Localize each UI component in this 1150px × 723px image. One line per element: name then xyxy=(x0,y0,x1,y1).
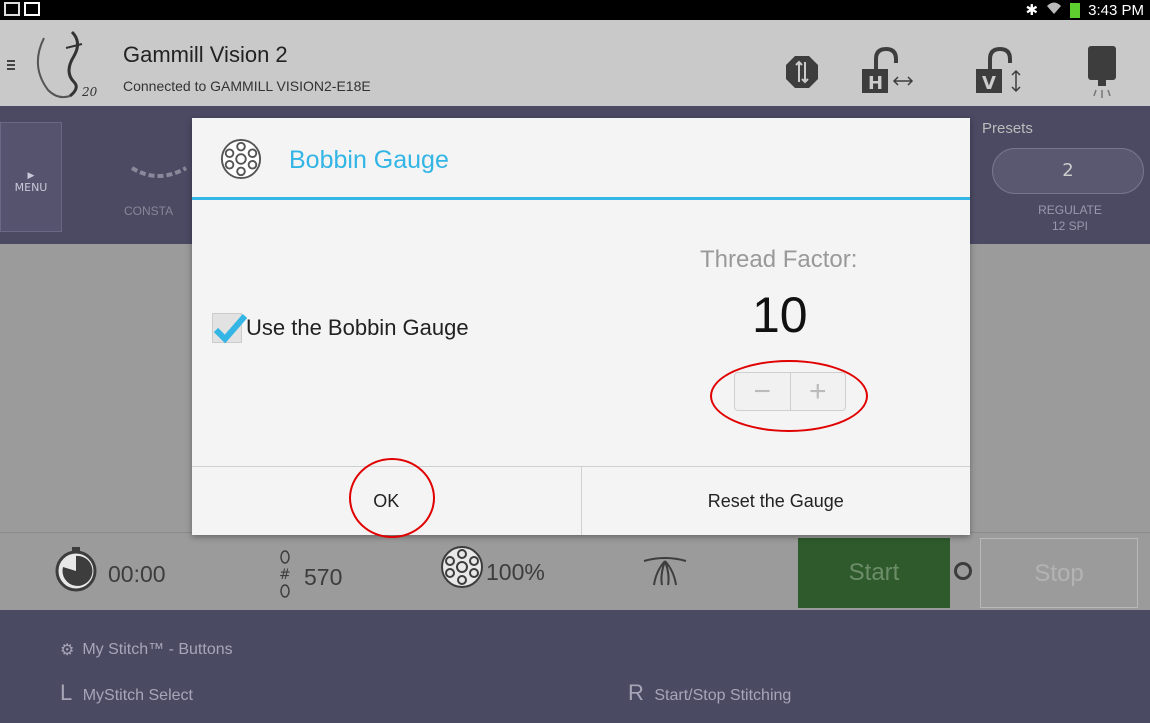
bobbin-level[interactable]: 100% xyxy=(440,546,545,589)
gear-icon: ⚙ xyxy=(60,642,75,659)
bobbin-icon xyxy=(220,138,262,180)
stitch-count: # 570 xyxy=(274,550,343,599)
svg-text:H: H xyxy=(868,73,883,94)
stitch-mode-icon xyxy=(130,166,187,178)
ok-button[interactable]: OK xyxy=(192,467,581,535)
mystitch-left-button[interactable]: L MyStitch Select xyxy=(60,680,193,706)
app-header: 20 Gammill Vision 2 Connected to GAMMILL… xyxy=(0,20,1150,106)
app-title: Gammill Vision 2 xyxy=(123,42,288,67)
wifi-icon xyxy=(1046,1,1062,19)
svg-text:20: 20 xyxy=(81,85,98,99)
drawer-icon[interactable] xyxy=(7,60,15,70)
menu-tab[interactable]: ▶ MENU xyxy=(0,122,62,232)
dialog-title: Bobbin Gauge xyxy=(289,146,449,174)
mystitch-title-text: My Stitch™ - Buttons xyxy=(82,641,233,658)
needle-up-down-icon xyxy=(786,56,818,88)
checkbox-label: Use the Bobbin Gauge xyxy=(246,315,469,340)
menu-label: MENU xyxy=(14,181,48,194)
preset-button[interactable]: 2 xyxy=(992,148,1144,194)
stitch-chain-icon: # xyxy=(279,550,291,598)
machine-light-icon xyxy=(1088,46,1116,98)
use-bobbin-gauge-checkbox[interactable]: Use the Bobbin Gauge xyxy=(212,313,469,344)
regulate-mode: REGULATE 12 SPI xyxy=(1030,202,1110,234)
horizontal-lock-button[interactable]: H xyxy=(858,44,918,100)
regulate-spi: 12 SPI xyxy=(1051,219,1089,233)
timer-value: 00:00 xyxy=(108,560,166,587)
gallery-icon xyxy=(4,2,20,16)
stopwatch-icon xyxy=(55,547,97,592)
dialog-header: Bobbin Gauge xyxy=(192,118,970,200)
mystitch-title: ⚙ My Stitch™ - Buttons xyxy=(60,640,233,660)
gammill-logo: 20 xyxy=(37,30,98,99)
right-key-label: R xyxy=(628,680,644,705)
svg-text:#: # xyxy=(279,567,291,583)
left-key-label: L xyxy=(60,680,73,705)
machine-light-button[interactable] xyxy=(1072,44,1132,100)
battery-icon xyxy=(1070,2,1081,18)
menu-arrow-icon: ▶ xyxy=(27,171,35,181)
thread-factor-value: 10 xyxy=(752,287,808,343)
timer: 00:00 xyxy=(52,547,166,593)
mystitch-right-button[interactable]: R Start/Stop Stitching xyxy=(628,680,791,706)
clock: 3:43 PM xyxy=(1088,1,1144,19)
vertical-lock-icon: V xyxy=(976,47,1021,94)
status-indicator-icon xyxy=(954,562,972,580)
connection-status: Connected to GAMMILL VISION2-E18E xyxy=(123,78,371,94)
stitch-mode-label: CONSTA xyxy=(124,204,174,218)
decrement-button[interactable]: − xyxy=(735,373,790,410)
bobbin-percent: 100% xyxy=(486,558,545,585)
right-action-label: Start/Stop Stitching xyxy=(654,687,792,704)
thread-factor-label: Thread Factor: xyxy=(700,246,858,273)
checkmark-icon xyxy=(213,314,247,344)
mystitch-panel: ⚙ My Stitch™ - Buttons L MyStitch Select… xyxy=(0,610,1150,723)
checkbox[interactable] xyxy=(212,313,247,344)
stitch-count-value: 570 xyxy=(304,563,343,590)
tie-off-icon xyxy=(643,557,687,586)
presets-label: Presets xyxy=(982,120,1033,137)
bobbin-icon xyxy=(441,546,483,588)
needle-up-down-button[interactable] xyxy=(772,44,832,100)
bobbin-gauge-dialog: Bobbin Gauge Use the Bobbin Gauge Thread… xyxy=(192,118,970,535)
thread-factor-stepper: − + xyxy=(734,372,846,411)
reset-gauge-button[interactable]: Reset the Gauge xyxy=(580,467,971,535)
tie-off-button[interactable] xyxy=(642,557,688,587)
regulate-label: REGULATE xyxy=(1038,203,1102,217)
cast-icon xyxy=(24,2,40,16)
left-action-label: MyStitch Select xyxy=(82,687,193,704)
vertical-lock-button[interactable]: V xyxy=(972,44,1032,100)
increment-button[interactable]: + xyxy=(789,373,846,410)
dialog-actions: OK Reset the Gauge xyxy=(192,466,970,535)
start-button[interactable]: Start xyxy=(798,538,950,608)
stop-button[interactable]: Stop xyxy=(980,538,1138,608)
stitch-toolbar: 00:00 # 570 100% Start Stop xyxy=(0,532,1150,610)
svg-text:V: V xyxy=(982,73,996,94)
bluetooth-icon: ✱ xyxy=(1025,2,1039,19)
horizontal-lock-icon: H xyxy=(862,47,914,94)
status-bar: ✱ 3:43 PM xyxy=(0,0,1150,20)
